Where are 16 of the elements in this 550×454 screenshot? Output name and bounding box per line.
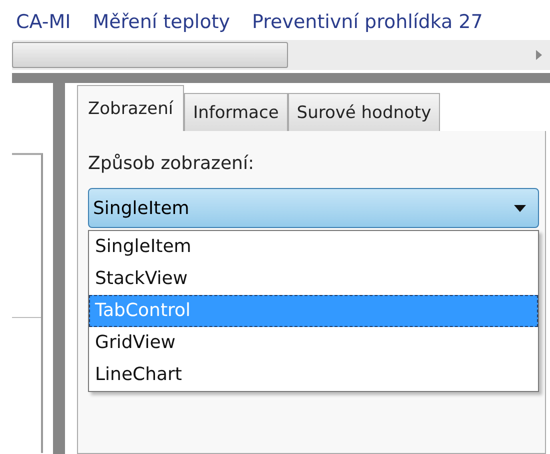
dropdown-option[interactable]: StackView bbox=[89, 263, 538, 295]
tab[interactable]: Zobrazení bbox=[77, 85, 184, 131]
dropdown-option[interactable]: GridView bbox=[89, 327, 538, 359]
tab[interactable]: Informace bbox=[184, 93, 288, 131]
scrollbar-thumb[interactable] bbox=[12, 42, 288, 68]
dropdown-option[interactable]: SingleItem bbox=[89, 231, 538, 263]
breadcrumb-link[interactable]: Preventivní prohlídka 27 bbox=[252, 10, 483, 34]
scroll-right-icon[interactable] bbox=[536, 50, 542, 60]
field-label: Způsob zobrazení: bbox=[88, 153, 256, 174]
breadcrumb-link[interactable]: CA-MI bbox=[16, 10, 71, 34]
tab[interactable]: Surové hodnoty bbox=[288, 93, 440, 131]
dropdown-option[interactable]: LineChart bbox=[89, 359, 538, 391]
display-mode-dropdown[interactable]: SingleItem bbox=[88, 188, 539, 228]
breadcrumb-link[interactable]: Měření teploty bbox=[92, 10, 230, 34]
dropdown-arrow-icon bbox=[514, 204, 526, 212]
horizontal-scrollbar[interactable] bbox=[12, 40, 550, 70]
